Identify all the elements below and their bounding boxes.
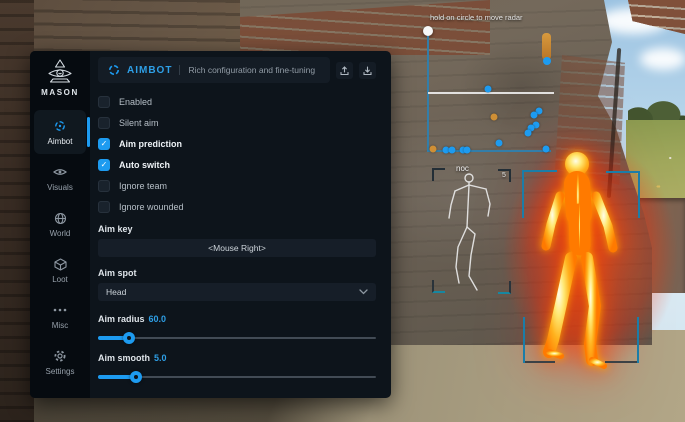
- sidebar-nav: Aimbot Visuals World Loot Misc Settings: [30, 110, 90, 384]
- skeleton-esp: [428, 162, 516, 296]
- sidebar: MASON Aimbot Visuals World Loot Misc Settings: [30, 51, 90, 398]
- aim-smooth-slider[interactable]: [98, 371, 376, 383]
- aim-smooth-label: Aim smooth 5.0: [98, 351, 376, 365]
- esp-distance: 5: [502, 172, 506, 179]
- sidebar-item-loot[interactable]: Loot: [34, 248, 86, 292]
- player-bracket: [525, 361, 555, 363]
- skeleton-bracket-br: [498, 281, 511, 294]
- aim-radius-slider[interactable]: [98, 332, 376, 344]
- highlighted-player-model: [524, 142, 644, 387]
- globe-icon: [54, 211, 67, 226]
- checkbox-silent-aim[interactable]: Silent aim: [98, 112, 376, 133]
- aim-key-label: Aim key: [98, 222, 376, 236]
- check-icon: ✓: [101, 161, 108, 169]
- checkbox-label: Enabled: [119, 97, 152, 107]
- radar-bottom-edge: [427, 150, 551, 152]
- aim-radius-label: Aim radius 60.0: [98, 312, 376, 326]
- checkbox-box[interactable]: [98, 201, 110, 213]
- checkbox-ignore-team[interactable]: Ignore team: [98, 175, 376, 196]
- checkbox-label: Ignore wounded: [119, 202, 184, 212]
- sidebar-item-misc[interactable]: Misc: [34, 294, 86, 338]
- skeleton-bracket-bl: [432, 280, 445, 293]
- upload-icon: [339, 65, 350, 76]
- sidebar-item-label: Aimbot: [48, 137, 73, 146]
- checkbox-list: Enabled Silent aim ✓ Aim prediction ✓ Auto sw…: [98, 91, 376, 217]
- aim-radius-fill: [98, 336, 129, 340]
- checkbox-box[interactable]: [98, 180, 110, 192]
- player-bracket: [605, 361, 637, 363]
- upload-config-button[interactable]: [336, 62, 353, 79]
- sidebar-item-visuals[interactable]: Visuals: [34, 156, 86, 200]
- radar-marker-dot: [543, 57, 551, 65]
- crosshair-icon: [53, 119, 67, 134]
- sidebar-item-label: Visuals: [47, 183, 73, 192]
- player-bracket: [523, 317, 525, 363]
- sidebar-item-label: World: [50, 229, 71, 238]
- checkbox-box[interactable]: [98, 96, 110, 108]
- player-bracket: [606, 171, 640, 173]
- all-seeing-eye-icon: [45, 58, 75, 85]
- sidebar-item-label: Loot: [52, 275, 68, 284]
- download-icon: [362, 65, 373, 76]
- radar-orange-marker: [542, 33, 551, 60]
- dark-brick-top: [0, 0, 240, 55]
- aim-spot-label: Aim spot: [98, 266, 376, 280]
- checkbox-enabled[interactable]: Enabled: [98, 91, 376, 112]
- checkbox-auto-switch[interactable]: ✓ Auto switch: [98, 154, 376, 175]
- checkbox-ignore-wounded[interactable]: Ignore wounded: [98, 196, 376, 217]
- page-subtitle: Rich configuration and fine-tuning: [179, 65, 315, 75]
- crosshair-ring-icon: [108, 64, 120, 76]
- player-bracket: [522, 170, 557, 172]
- skeleton-bracket-tl: [432, 168, 445, 181]
- download-config-button[interactable]: [359, 62, 376, 79]
- sidebar-item-settings[interactable]: Settings: [34, 340, 86, 384]
- radar-range-line: [428, 92, 554, 94]
- aim-smooth-fill: [98, 375, 136, 379]
- aim-spot-select[interactable]: Head: [98, 283, 376, 301]
- sidebar-item-label: Misc: [52, 321, 68, 330]
- aim-key-button[interactable]: <Mouse Right>: [98, 239, 376, 257]
- radar-hint-text: hold on circle to move radar: [430, 13, 523, 22]
- checkbox-label: Silent aim: [119, 118, 159, 128]
- checkbox-label: Auto switch: [119, 160, 170, 170]
- checkbox-box[interactable]: [98, 117, 110, 129]
- gear-icon: [53, 349, 67, 364]
- dark-brick-left: [0, 0, 34, 422]
- player-bracket: [637, 317, 639, 363]
- logo-text: MASON: [41, 88, 79, 97]
- checkbox-box[interactable]: ✓: [98, 138, 110, 150]
- screen: noc 5 hold on circle to move radar: [0, 0, 685, 422]
- aim-radius-value: 60.0: [149, 314, 167, 324]
- page-title: AIMBOT: [127, 65, 172, 76]
- chevron-down-icon: [359, 289, 368, 295]
- sidebar-item-label: Settings: [46, 367, 75, 376]
- active-tab-indicator: [87, 117, 90, 147]
- aim-spot-value: Head: [106, 287, 359, 297]
- header-row: AIMBOT Rich configuration and fine-tunin…: [98, 57, 376, 83]
- checkbox-label: Aim prediction: [119, 139, 182, 149]
- checkbox-aim-prediction[interactable]: ✓ Aim prediction: [98, 133, 376, 154]
- eye-icon: [53, 165, 67, 180]
- player-bracket: [638, 171, 640, 218]
- sidebar-item-aimbot[interactable]: Aimbot: [34, 110, 86, 154]
- ellipsis-icon: [53, 303, 67, 318]
- cheat-menu-window: MASON Aimbot Visuals World Loot Misc Settings…: [30, 51, 391, 398]
- player-bracket: [522, 170, 524, 218]
- check-icon: ✓: [101, 140, 108, 148]
- tab-header: AIMBOT Rich configuration and fine-tunin…: [98, 57, 330, 83]
- radar-drag-handle[interactable]: [423, 26, 433, 36]
- cloud: [640, 48, 685, 70]
- cube-icon: [54, 257, 67, 272]
- aim-radius-knob[interactable]: [123, 332, 135, 344]
- logo: MASON: [41, 58, 79, 97]
- main-panel: AIMBOT Rich configuration and fine-tunin…: [90, 51, 391, 398]
- sidebar-item-world[interactable]: World: [34, 202, 86, 246]
- slider-track: [98, 337, 376, 339]
- checkbox-label: Ignore team: [119, 181, 167, 191]
- aim-smooth-knob[interactable]: [130, 371, 142, 383]
- checkbox-box[interactable]: ✓: [98, 159, 110, 171]
- aim-smooth-value: 5.0: [154, 353, 167, 363]
- esp-player-name: noc: [456, 164, 469, 173]
